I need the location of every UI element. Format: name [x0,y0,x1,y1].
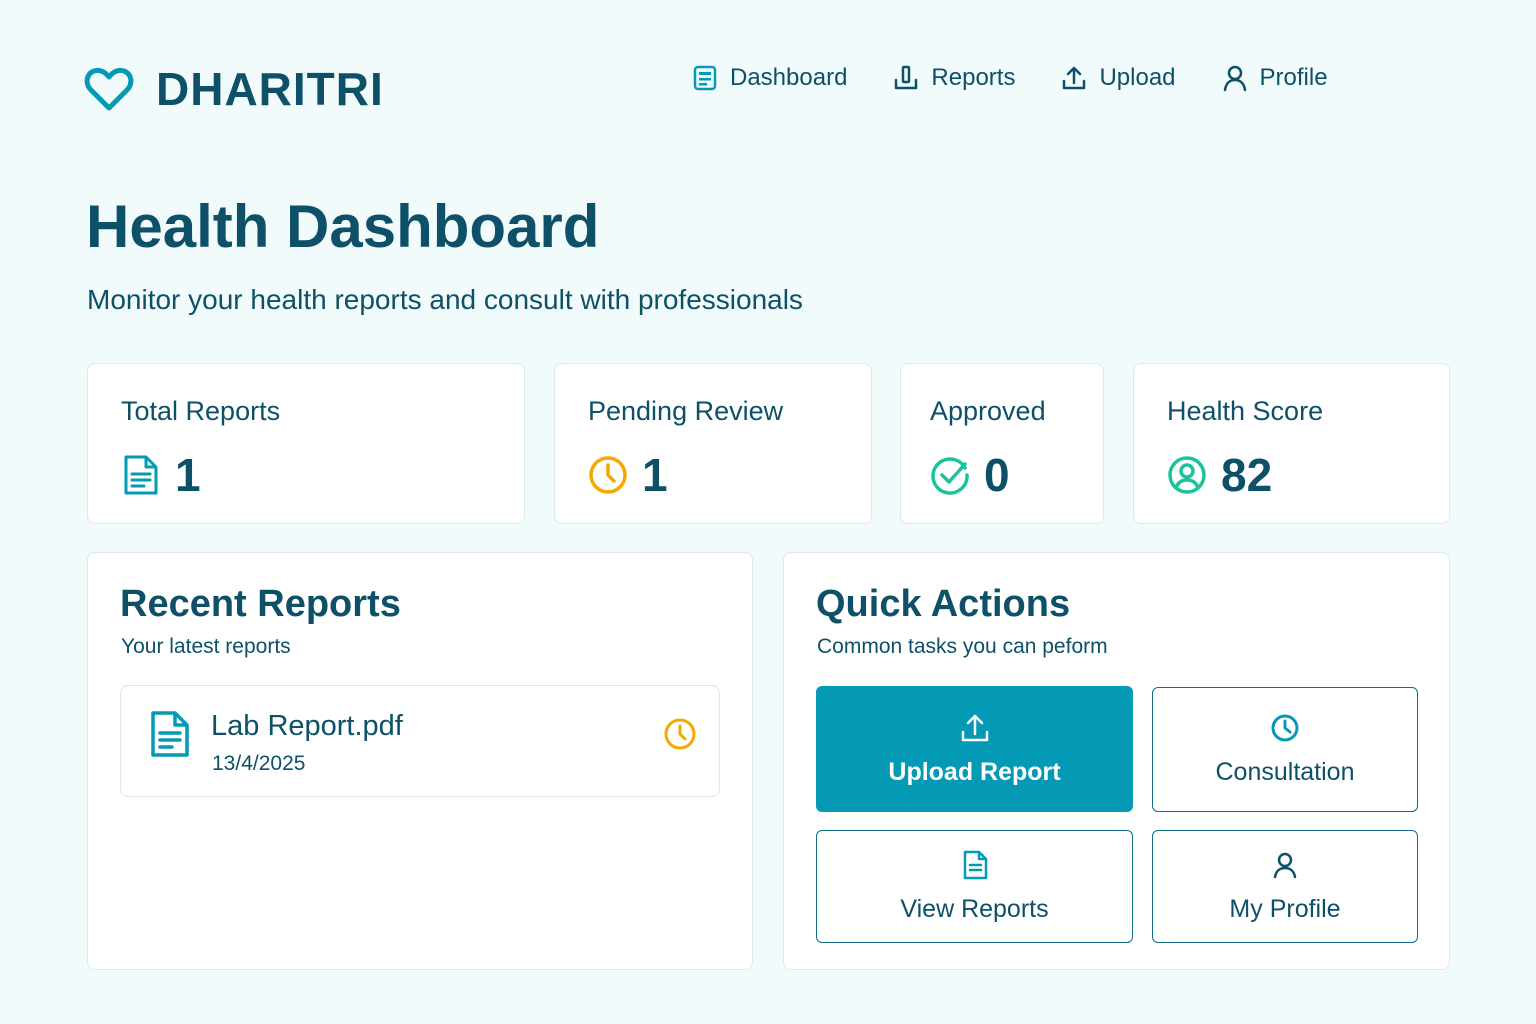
nav-label-dashboard: Dashboard [730,64,848,91]
clock-icon [664,718,696,750]
nav-item-reports[interactable]: Reports [893,64,1015,92]
stat-value: 0 [984,449,1010,501]
nav-item-profile[interactable]: Profile [1222,64,1328,92]
list-item[interactable]: Lab Report.pdf 13/4/2025 [120,685,720,797]
button-label: Upload Report [888,757,1061,786]
stat-card-health-score: Health Score 82 [1133,363,1450,524]
stat-card-pending-review: Pending Review 1 [554,363,872,524]
heart-icon [84,67,134,111]
stat-card-total-reports: Total Reports 1 [87,363,525,524]
upload-report-button[interactable]: Upload Report [816,686,1133,812]
user-icon [1273,852,1297,879]
stat-label: Total Reports [121,396,281,426]
stat-value: 1 [642,449,668,501]
user-icon [1223,65,1246,92]
consultation-button[interactable]: Consultation [1152,687,1418,812]
upload-icon [961,714,988,741]
clock-icon [1271,714,1299,742]
quick-actions-panel: Quick Actions Common tasks you can pefor… [783,552,1450,970]
stat-label: Pending Review [588,396,784,426]
clock-icon [589,456,627,494]
dashboard-icon [693,65,717,91]
document-icon [963,850,987,880]
main-nav: Dashboard Reports Upload Profile [692,64,1328,92]
stat-value: 82 [1221,449,1273,501]
nav-item-upload[interactable]: Upload [1061,64,1176,92]
panel-title: Recent Reports [120,583,401,625]
user-icon [1168,456,1206,494]
stat-label: Approved [930,396,1046,426]
view-reports-button[interactable]: View Reports [816,830,1133,943]
upload-icon [1063,66,1086,90]
reports-icon [895,65,918,90]
stat-value: 1 [175,449,201,501]
button-label: View Reports [900,895,1049,923]
check-circle-icon [931,457,969,495]
button-label: My Profile [1229,895,1341,923]
panel-title: Quick Actions [816,583,1071,625]
my-profile-button[interactable]: My Profile [1152,830,1418,943]
nav-label-upload: Upload [1099,64,1176,91]
button-label: Consultation [1215,758,1355,786]
panel-subtitle: Your latest reports [121,635,291,658]
page-subtitle: Monitor your health reports and consult … [87,284,803,315]
nav-label-profile: Profile [1259,64,1328,91]
brand-name: DHARITRI [156,63,384,115]
page-title: Health Dashboard [86,193,600,260]
document-icon [151,711,189,757]
report-name: Lab Report.pdf [211,710,403,742]
stat-label: Health Score [1167,396,1324,426]
brand-logo[interactable]: DHARITRI [84,62,384,116]
nav-label-reports: Reports [931,64,1016,91]
report-date: 13/4/2025 [212,752,306,775]
nav-item-dashboard[interactable]: Dashboard [692,64,847,92]
stat-card-approved: Approved 0 [900,363,1104,524]
document-icon [124,455,158,495]
recent-reports-panel: Recent Reports Your latest reports Lab R… [87,552,753,970]
panel-subtitle: Common tasks you can peform [817,635,1108,658]
